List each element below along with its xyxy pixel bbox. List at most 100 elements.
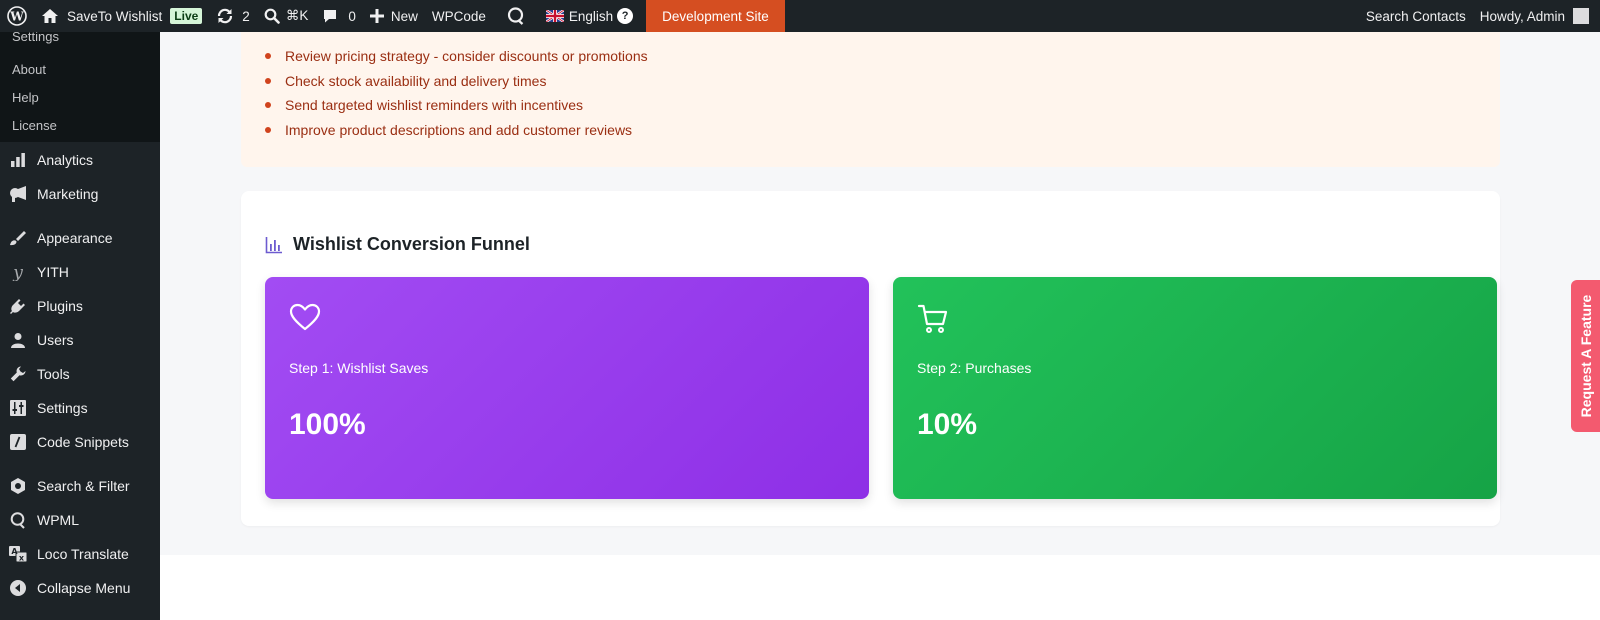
chart-bar-icon <box>9 151 27 169</box>
recommendation-text: Check stock availability and delivery ti… <box>285 72 547 89</box>
collapse-icon <box>9 579 27 597</box>
recommendations-card: Review pricing strategy - consider disco… <box>241 32 1500 167</box>
recommendations-list: Review pricing strategy - consider disco… <box>241 32 1500 142</box>
new-content-link[interactable]: New <box>363 0 425 32</box>
plus-icon <box>369 9 384 23</box>
sidebar-item-marketing[interactable]: Marketing <box>0 177 160 211</box>
development-site-badge[interactable]: Development Site <box>646 0 785 32</box>
sidebar-item-settings[interactable]: Settings <box>0 391 160 425</box>
sidebar-item-analytics[interactable]: Analytics <box>0 142 160 177</box>
sidebar-item-tools[interactable]: Tools <box>0 357 160 391</box>
language-switcher[interactable]: English ? <box>539 0 640 32</box>
filter-icon <box>9 477 27 495</box>
submenu-item-license[interactable]: License <box>0 112 160 140</box>
sidebar-item-label: Collapse Menu <box>37 580 131 596</box>
svg-text:x: x <box>19 554 25 563</box>
comments-link[interactable]: 0 <box>315 0 363 32</box>
sidebar-item-label: Analytics <box>37 151 94 168</box>
sidebar-item-yith[interactable]: y YITH <box>0 255 160 289</box>
cart-icon <box>917 303 949 340</box>
wpml-menu-icon[interactable] <box>499 0 533 32</box>
request-feature-label: Request A Feature <box>1577 294 1594 418</box>
main-content: Review pricing strategy - consider disco… <box>160 32 1600 555</box>
bullet-icon <box>265 126 271 133</box>
sidebar-item-appearance[interactable]: Appearance <box>0 221 160 255</box>
sidebar-item-label: Code Snippets <box>37 434 129 450</box>
translate-icon: Ax <box>9 545 27 563</box>
svg-text:A: A <box>11 547 18 556</box>
site-name: SaveTo Wishlist <box>67 8 163 24</box>
home-icon <box>41 8 59 24</box>
sidebar-item-label: Loco Translate <box>37 546 129 562</box>
step-label: Step 2: Purchases <box>917 360 1032 376</box>
admin-bar: W SaveTo Wishlist Live 2 ⌘K 0 New WPCode <box>0 0 1600 32</box>
howdy-label: Howdy, Admin <box>1479 8 1565 24</box>
sidebar-item-label: WPML <box>37 512 79 528</box>
sidebar-item-wpml[interactable]: WPML <box>0 503 160 537</box>
conversion-funnel-card: Wishlist Conversion Funnel Step 1: Wishl… <box>241 191 1500 526</box>
sidebar-item-label: Plugins <box>37 298 83 314</box>
bullet-icon <box>265 102 271 109</box>
sidebar-item-users[interactable]: Users <box>0 323 160 357</box>
wpml-icon <box>9 511 27 529</box>
sidebar-item-code-snippets[interactable]: Code Snippets <box>0 425 160 459</box>
search-contacts-link[interactable]: Search Contacts <box>1359 0 1473 32</box>
step-value: 10% <box>917 408 978 441</box>
new-label: New <box>390 8 418 24</box>
funnel-header: Wishlist Conversion Funnel <box>265 234 530 255</box>
yith-icon: y <box>9 263 27 281</box>
wpcode-link[interactable]: WPCode <box>425 0 493 32</box>
plug-icon <box>9 297 27 315</box>
updates-link[interactable]: 2 <box>209 0 257 32</box>
menu-separator <box>0 211 160 221</box>
step-value: 100% <box>289 408 366 441</box>
comments-count: 0 <box>348 8 356 24</box>
account-menu[interactable]: Howdy, Admin <box>1473 0 1600 32</box>
paintbrush-icon <box>9 229 27 247</box>
menu-separator <box>0 459 160 469</box>
bullet-icon <box>265 77 271 84</box>
svg-text:W: W <box>9 10 24 24</box>
collapse-menu-button[interactable]: Collapse Menu <box>0 571 160 605</box>
submenu-item-settings[interactable]: Settings <box>0 32 160 56</box>
sidebar-item-plugins[interactable]: Plugins <box>0 289 160 323</box>
sidebar-item-label: Settings <box>37 400 88 416</box>
heart-icon <box>289 303 321 336</box>
sidebar-item-label: Appearance <box>37 230 113 246</box>
language-label: English <box>568 8 614 24</box>
sliders-icon <box>9 399 27 417</box>
submenu-item-help[interactable]: Help <box>0 84 160 112</box>
updates-count: 2 <box>242 8 250 24</box>
sidebar-item-label: Users <box>37 332 74 348</box>
code-icon <box>9 433 27 451</box>
sidebar-item-loco-translate[interactable]: Ax Loco Translate <box>0 537 160 571</box>
plugin-submenu: Settings About Help License <box>0 32 160 142</box>
sidebar-item-search-filter[interactable]: Search & Filter <box>0 469 160 503</box>
command-search[interactable]: ⌘K <box>257 0 316 32</box>
search-shortcut: ⌘K <box>285 8 309 23</box>
list-item: Review pricing strategy - consider disco… <box>265 44 1500 69</box>
site-name-link[interactable]: SaveTo Wishlist Live <box>34 0 209 32</box>
help-icon[interactable]: ? <box>617 8 634 24</box>
svg-text:y: y <box>12 263 23 281</box>
list-item: Check stock availability and delivery ti… <box>265 69 1500 94</box>
wrench-icon <box>9 365 27 383</box>
request-feature-button[interactable]: Request A Feature <box>1571 280 1600 432</box>
step-label: Step 1: Wishlist Saves <box>289 360 429 376</box>
list-item: Improve product descriptions and add cus… <box>265 118 1500 143</box>
sidebar-item-label: Search & Filter <box>37 478 130 494</box>
funnel-step-purchases: Step 2: Purchases 10% <box>893 277 1497 499</box>
comment-icon <box>322 8 338 24</box>
user-icon <box>9 331 27 349</box>
submenu-item-about[interactable]: About <box>0 56 160 84</box>
admin-sidebar: Settings About Help License Analytics Ma… <box>0 32 160 620</box>
funnel-step-wishlist-saves: Step 1: Wishlist Saves 100% <box>265 277 869 499</box>
search-icon <box>264 8 280 24</box>
recommendation-text: Improve product descriptions and add cus… <box>285 121 633 138</box>
live-badge: Live <box>170 8 203 24</box>
uk-flag-icon <box>545 10 564 22</box>
wordpress-logo-icon[interactable]: W <box>0 0 34 32</box>
sidebar-item-label: Marketing <box>37 186 99 202</box>
avatar <box>1573 8 1589 24</box>
bullet-icon <box>265 53 271 60</box>
